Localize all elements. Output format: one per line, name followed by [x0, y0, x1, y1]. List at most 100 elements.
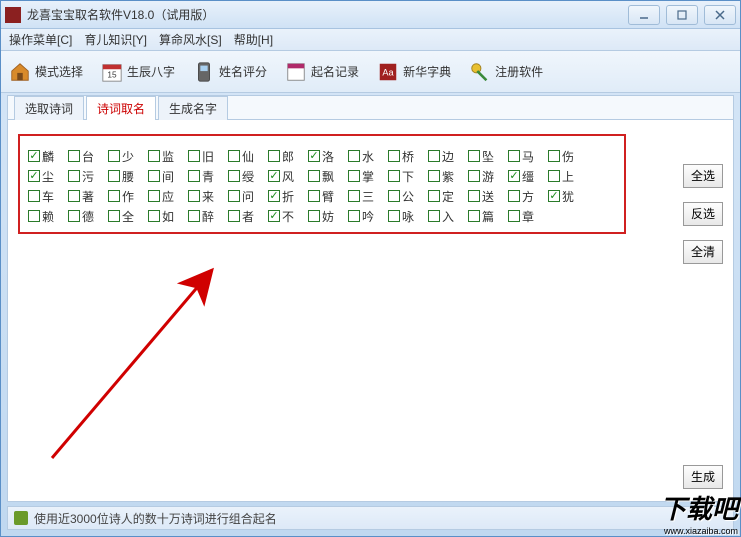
toolbar-label: 姓名评分 — [219, 63, 267, 80]
char-checkbox[interactable] — [428, 190, 440, 202]
char-checkbox[interactable] — [268, 150, 280, 162]
char-checkbox[interactable] — [468, 150, 480, 162]
toolbar-birthdate[interactable]: 15 生辰八字 — [101, 61, 175, 83]
char-checkbox[interactable] — [548, 150, 560, 162]
char-checkbox[interactable] — [348, 170, 360, 182]
char-checkbox[interactable] — [148, 190, 160, 202]
char-checkbox[interactable] — [468, 170, 480, 182]
char-checkbox[interactable] — [508, 170, 520, 182]
char-checkbox[interactable] — [388, 190, 400, 202]
char-checkbox[interactable] — [108, 190, 120, 202]
char-checkbox[interactable] — [28, 150, 40, 162]
char-cell: 腰 — [108, 166, 148, 186]
generate-button[interactable]: 生成 — [683, 465, 723, 489]
char-checkbox[interactable] — [68, 170, 80, 182]
char-checkbox[interactable] — [28, 190, 40, 202]
maximize-button[interactable] — [666, 5, 698, 25]
char-cell: 车 — [28, 186, 68, 206]
char-checkbox[interactable] — [428, 150, 440, 162]
dict-icon: Aa — [377, 61, 399, 83]
tab-select-poem[interactable]: 选取诗词 — [14, 96, 84, 120]
char-checkbox[interactable] — [508, 150, 520, 162]
menubar: 操作菜单[C] 育儿知识[Y] 算命风水[S] 帮助[H] — [1, 29, 740, 51]
char-checkbox[interactable] — [108, 210, 120, 222]
char-checkbox[interactable] — [348, 150, 360, 162]
char-checkbox[interactable] — [228, 170, 240, 182]
char-label: 犹 — [562, 188, 574, 205]
toolbar-label: 模式选择 — [35, 63, 83, 80]
char-checkbox[interactable] — [428, 210, 440, 222]
char-label: 应 — [162, 188, 174, 205]
char-checkbox[interactable] — [68, 210, 80, 222]
menu-operations[interactable]: 操作菜单[C] — [9, 31, 72, 48]
char-checkbox[interactable] — [228, 210, 240, 222]
minimize-button[interactable] — [628, 5, 660, 25]
char-checkbox[interactable] — [28, 170, 40, 182]
tab-generate-name[interactable]: 生成名字 — [158, 96, 228, 120]
menu-parenting[interactable]: 育儿知识[Y] — [84, 31, 147, 48]
char-checkbox[interactable] — [228, 190, 240, 202]
menu-help[interactable]: 帮助[H] — [234, 31, 273, 48]
toolbar-mode-select[interactable]: 模式选择 — [9, 61, 83, 83]
char-checkbox[interactable] — [268, 170, 280, 182]
char-cell: 飘 — [308, 166, 348, 186]
tab-poem-naming[interactable]: 诗词取名 — [86, 96, 156, 120]
char-label: 伤 — [562, 148, 574, 165]
char-checkbox[interactable] — [388, 150, 400, 162]
toolbar-name-score[interactable]: 姓名评分 — [193, 61, 267, 83]
char-label: 绶 — [242, 168, 254, 185]
toolbar-name-records[interactable]: 起名记录 — [285, 61, 359, 83]
char-cell: 赖 — [28, 206, 68, 226]
char-checkbox[interactable] — [188, 170, 200, 182]
char-cell: 掌 — [348, 166, 388, 186]
char-checkbox[interactable] — [28, 210, 40, 222]
char-label: 醉 — [202, 208, 214, 225]
char-checkbox[interactable] — [148, 170, 160, 182]
char-checkbox[interactable] — [548, 170, 560, 182]
char-checkbox[interactable] — [188, 190, 200, 202]
char-cell: 间 — [148, 166, 188, 186]
select-all-button[interactable]: 全选 — [683, 164, 723, 188]
char-checkbox[interactable] — [468, 210, 480, 222]
char-checkbox[interactable] — [468, 190, 480, 202]
char-label: 者 — [242, 208, 254, 225]
char-checkbox[interactable] — [148, 150, 160, 162]
char-checkbox[interactable] — [348, 190, 360, 202]
char-label: 定 — [442, 188, 454, 205]
char-checkbox[interactable] — [388, 170, 400, 182]
invert-selection-button[interactable]: 反选 — [683, 202, 723, 226]
char-checkbox[interactable] — [308, 190, 320, 202]
char-checkbox[interactable] — [108, 170, 120, 182]
char-checkbox[interactable] — [108, 150, 120, 162]
char-cell: 仙 — [228, 146, 268, 166]
clear-all-button[interactable]: 全清 — [683, 240, 723, 264]
char-label: 公 — [402, 188, 414, 205]
char-checkbox[interactable] — [268, 190, 280, 202]
toolbar-dictionary[interactable]: Aa 新华字典 — [377, 61, 451, 83]
close-button[interactable] — [704, 5, 736, 25]
char-checkbox[interactable] — [268, 210, 280, 222]
char-checkbox[interactable] — [148, 210, 160, 222]
char-checkbox[interactable] — [68, 190, 80, 202]
toolbar-register[interactable]: 注册软件 — [469, 61, 543, 83]
char-checkbox[interactable] — [548, 190, 560, 202]
char-checkbox[interactable] — [188, 210, 200, 222]
char-checkbox[interactable] — [348, 210, 360, 222]
char-checkbox[interactable] — [388, 210, 400, 222]
char-checkbox[interactable] — [228, 150, 240, 162]
char-checkbox[interactable] — [308, 210, 320, 222]
svg-text:Aa: Aa — [382, 67, 394, 77]
menu-fortune[interactable]: 算命风水[S] — [159, 31, 222, 48]
char-checkbox[interactable] — [428, 170, 440, 182]
char-checkbox[interactable] — [308, 150, 320, 162]
char-checkbox[interactable] — [508, 190, 520, 202]
toolbar: 模式选择 15 生辰八字 姓名评分 起名记录 Aa 新华字典 注册软件 — [1, 51, 740, 93]
char-label: 边 — [442, 148, 454, 165]
char-label: 上 — [562, 168, 574, 185]
char-cell: 臂 — [308, 186, 348, 206]
char-checkbox[interactable] — [308, 170, 320, 182]
char-checkbox[interactable] — [508, 210, 520, 222]
char-cell: 尘 — [28, 166, 68, 186]
char-checkbox[interactable] — [188, 150, 200, 162]
char-checkbox[interactable] — [68, 150, 80, 162]
